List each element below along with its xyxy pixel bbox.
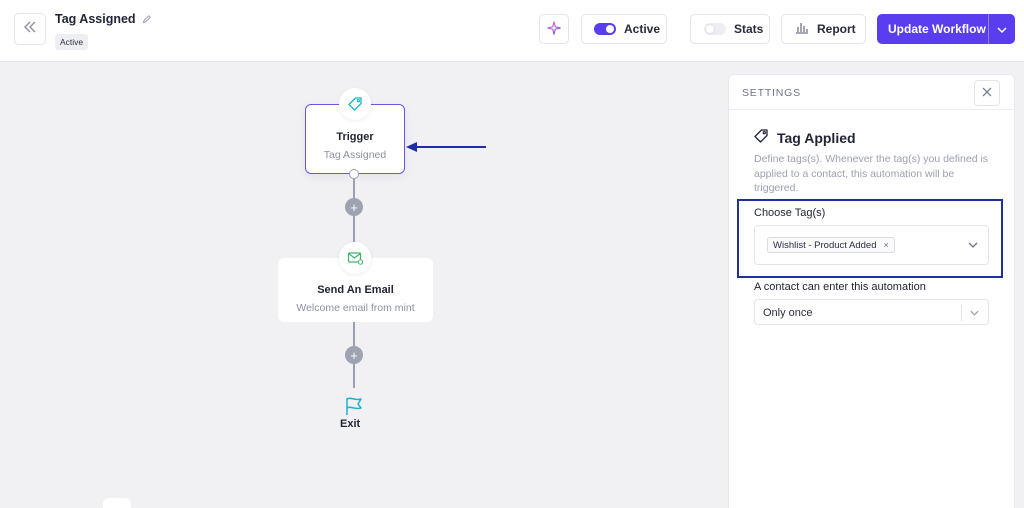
tag-chip-label: Wishlist - Product Added: [773, 239, 877, 251]
settings-panel: SETTINGS Tag Applied Define tags(s). Whe…: [728, 74, 1015, 508]
chevron-down-icon[interactable]: [970, 310, 979, 316]
canvas-controls-stub[interactable]: [103, 498, 131, 508]
stats-toggle-button[interactable]: Stats: [690, 14, 770, 44]
stats-toggle[interactable]: [704, 23, 726, 35]
entry-limit-label: A contact can enter this automation: [754, 281, 926, 293]
connector-line: [353, 216, 355, 242]
add-step-button[interactable]: +: [345, 346, 363, 364]
trigger-subtitle: Tag Assigned: [323, 149, 387, 161]
bar-chart-icon: [795, 21, 809, 37]
workflow-title-area: Tag Assigned Active: [55, 12, 152, 50]
workflow-title: Tag Assigned: [55, 12, 136, 26]
top-header: Tag Assigned Active Active Stats Report …: [0, 0, 1024, 62]
connector-line: [353, 179, 355, 199]
settings-header: SETTINGS: [729, 75, 1014, 110]
update-workflow-button[interactable]: Update Workflow: [877, 14, 1015, 44]
chevron-down-icon[interactable]: [968, 242, 978, 248]
update-workflow-label: Update Workflow: [888, 22, 986, 36]
select-separator: [961, 305, 962, 321]
trigger-title: Trigger: [336, 131, 374, 143]
connector-line: [353, 364, 355, 388]
exit-label: Exit: [340, 418, 361, 430]
sparkle-icon: [547, 20, 561, 38]
add-step-button[interactable]: +: [345, 198, 363, 216]
close-icon: [982, 84, 992, 102]
active-toggle[interactable]: [594, 23, 616, 35]
double-chevron-left-icon: [23, 20, 37, 38]
tags-select[interactable]: Wishlist - Product Added ×: [754, 225, 989, 265]
entry-limit-value: Only once: [763, 307, 813, 319]
connector-line: [353, 322, 355, 346]
active-label: Active: [624, 22, 661, 36]
stats-label: Stats: [734, 22, 764, 36]
section-heading: Tag Applied: [753, 128, 856, 147]
choose-tags-label: Choose Tag(s): [754, 207, 826, 219]
tag-chip: Wishlist - Product Added ×: [767, 237, 895, 253]
report-label: Report: [817, 22, 856, 36]
tag-icon: [753, 128, 769, 147]
back-button[interactable]: [14, 13, 46, 45]
settings-title: SETTINGS: [742, 87, 801, 99]
active-toggle-button[interactable]: Active: [581, 14, 667, 44]
trigger-output-port[interactable]: [349, 169, 359, 179]
section-title: Tag Applied: [777, 129, 856, 146]
close-settings-button[interactable]: [974, 80, 1000, 106]
status-badge: Active: [55, 34, 89, 50]
tag-icon: [339, 88, 371, 120]
ai-assist-button[interactable]: [539, 14, 569, 44]
envelope-icon: [339, 242, 371, 274]
email-subtitle: Welcome email from mint: [296, 302, 415, 314]
workflow-canvas[interactable]: Trigger Tag Assigned + Send An Email Wel…: [0, 62, 728, 508]
chevron-down-icon: [997, 22, 1007, 36]
section-description: Define tags(s). Whenever the tag(s) you …: [754, 153, 989, 194]
pointer-arrow: [406, 142, 486, 152]
remove-tag-button[interactable]: ×: [884, 240, 889, 250]
email-title: Send An Email: [317, 284, 394, 296]
report-button[interactable]: Report: [781, 14, 866, 44]
entry-limit-select[interactable]: Only once: [754, 299, 989, 325]
update-options-dropdown[interactable]: [989, 22, 1015, 36]
pencil-icon[interactable]: [142, 14, 152, 24]
